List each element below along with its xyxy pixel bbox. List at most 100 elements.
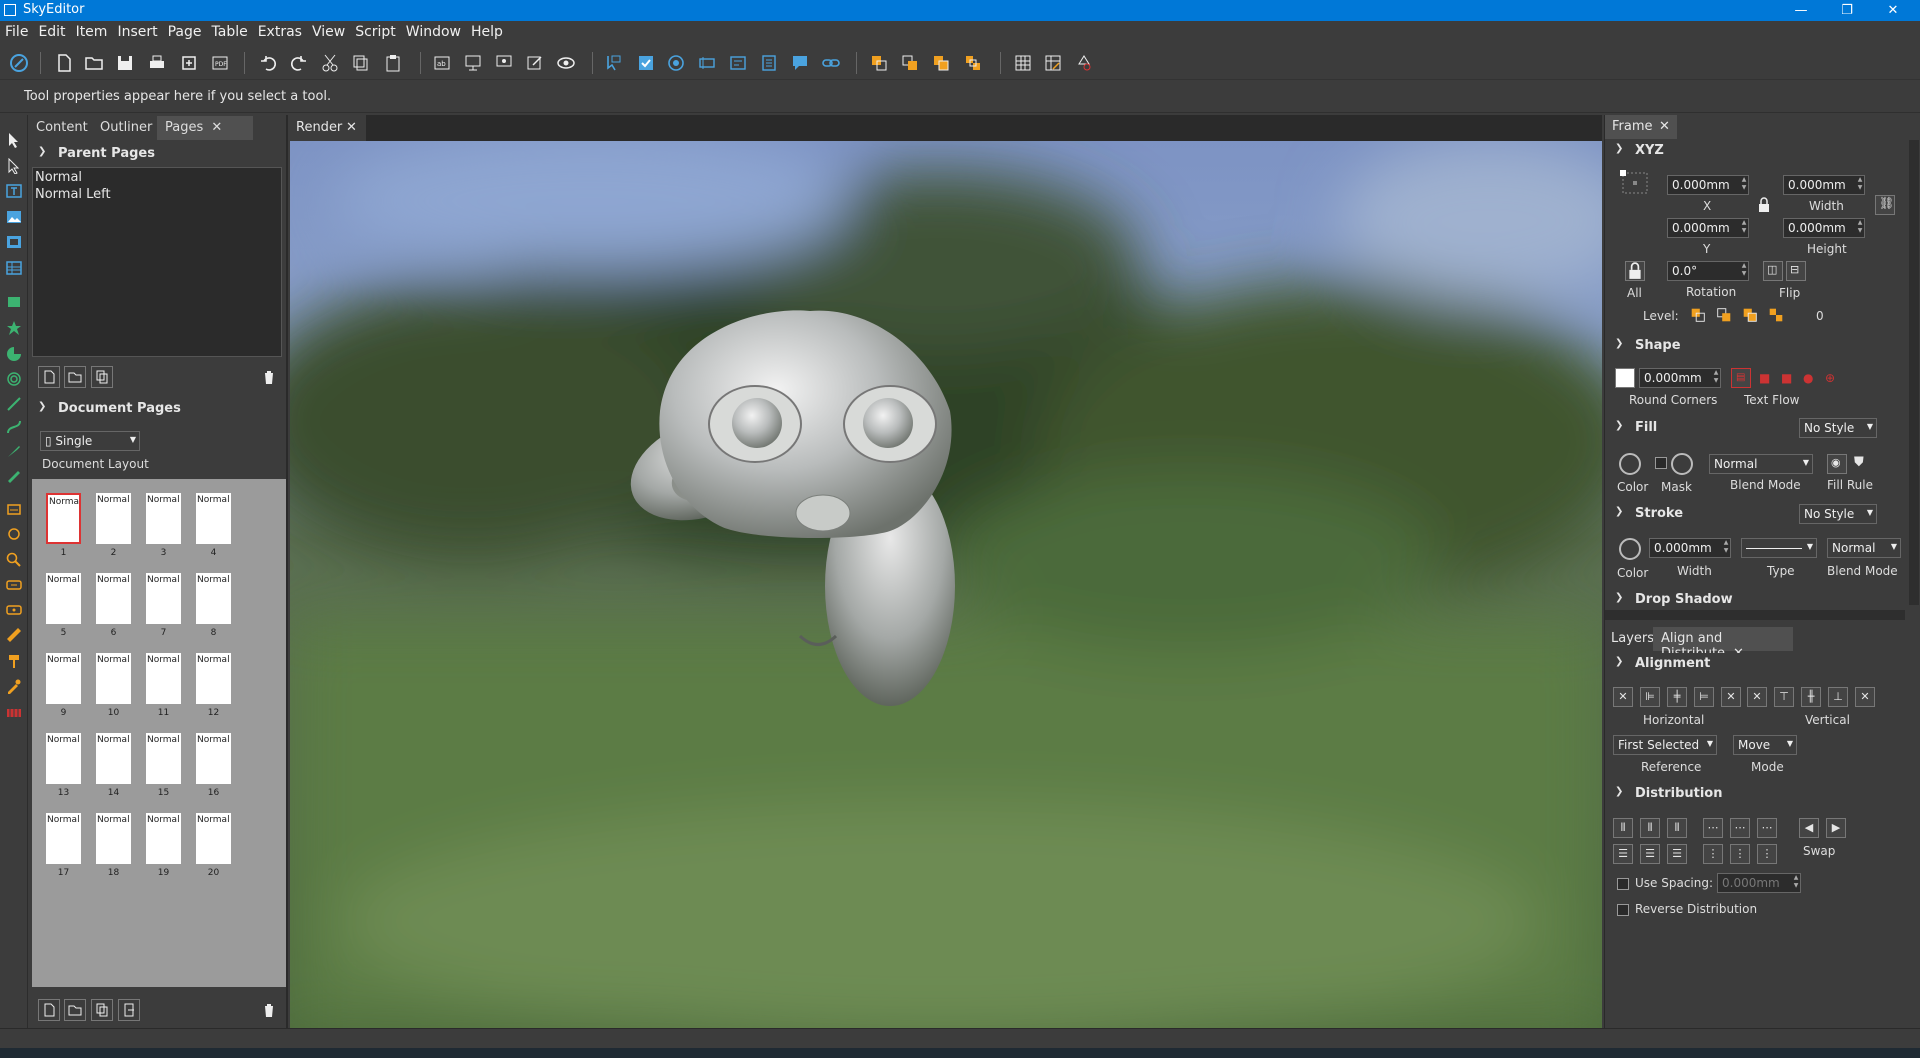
page-thumbnail[interactable]: Normal [46, 573, 81, 624]
spacing-input[interactable]: 0.000mm [1717, 873, 1801, 893]
trash-icon[interactable] [261, 369, 277, 385]
spiral-tool-icon[interactable] [6, 371, 22, 387]
lock-ratio-icon[interactable] [1757, 197, 1771, 213]
pdf-listbox-icon[interactable] [759, 53, 779, 73]
lock-all-button[interactable] [1625, 261, 1645, 281]
close-tab-icon[interactable]: ✕ [346, 120, 357, 135]
stepper-icon[interactable]: ▲ ▼ [1739, 219, 1749, 237]
link-frames-tool-icon[interactable] [6, 526, 22, 542]
raise-icon[interactable] [963, 53, 983, 73]
list-item[interactable]: Normal [33, 168, 281, 187]
print-icon[interactable] [147, 53, 167, 73]
edit-mode-icon[interactable] [525, 53, 545, 73]
arc-tool-icon[interactable] [6, 346, 22, 362]
page-thumbnail[interactable]: Normal [96, 573, 131, 624]
list-item[interactable]: Normal Left [33, 187, 281, 202]
text-frame-tool-icon[interactable] [6, 183, 22, 199]
shapes-icon[interactable] [1074, 53, 1094, 73]
distribute-row2-button-6[interactable]: ⋮ [1757, 844, 1777, 864]
import-parent-page-button[interactable] [64, 366, 86, 388]
distribute-row2-button-4[interactable]: ⋮ [1703, 844, 1723, 864]
align-left-button[interactable]: ⊫ [1640, 687, 1660, 707]
align-v-none-button[interactable]: ✕ [1747, 687, 1767, 707]
preflight-icon[interactable] [179, 53, 199, 73]
textflow-image-clip-icon[interactable]: ⊕ [1825, 371, 1835, 385]
link-annotation-icon[interactable] [821, 53, 841, 73]
table-tool-icon[interactable] [6, 260, 22, 276]
flip-vertical-button[interactable]: ⊟ [1786, 261, 1806, 281]
parent-pages-header[interactable]: ❯ Parent Pages [28, 143, 286, 165]
import-page-button[interactable] [64, 999, 86, 1021]
rectangle-tool-icon[interactable] [6, 294, 22, 310]
minimize-button[interactable]: — [1778, 0, 1824, 21]
page-thumbnail[interactable]: Normal [96, 813, 131, 864]
textflow-box-icon[interactable]: ■ [1781, 371, 1792, 385]
undo-icon[interactable] [258, 53, 278, 73]
fill-rule-evenodd-button[interactable]: ◉ [1827, 454, 1847, 474]
text-annotation-icon[interactable] [790, 53, 810, 73]
trash-icon[interactable] [261, 1002, 277, 1018]
y-position-input[interactable]: 0.000mm [1667, 218, 1749, 238]
presentation-icon[interactable] [463, 53, 483, 73]
menu-extras[interactable]: Extras [253, 21, 307, 40]
textflow-frame-icon[interactable]: ■ [1759, 371, 1770, 385]
align-h-extra-button[interactable]: ✕ [1721, 687, 1741, 707]
page-thumbnail[interactable]: Normal [146, 573, 181, 624]
page-thumbnail[interactable]: Normal [46, 653, 81, 704]
stroke-type-select[interactable]: ▼ [1741, 538, 1817, 558]
distribute-row2-button-5[interactable]: ⋮ [1730, 844, 1750, 864]
tab-render[interactable]: Render ✕ [290, 115, 366, 141]
tab-outliner[interactable]: Outliner [92, 116, 160, 140]
page-thumbnail[interactable]: Normal [146, 733, 181, 784]
move-page-button[interactable] [118, 999, 140, 1021]
page-thumbnail[interactable]: Normal [96, 653, 131, 704]
use-spacing-checkbox[interactable] [1617, 878, 1629, 890]
stepper-icon[interactable]: ▲ ▼ [1739, 262, 1749, 280]
edit-shape-button[interactable] [1615, 368, 1635, 388]
align-center-v-button[interactable]: ╫ [1801, 687, 1821, 707]
select-arrow-icon[interactable] [6, 132, 22, 148]
level-top-icon[interactable] [1741, 306, 1759, 324]
align-bottom-button[interactable]: ⊥ [1828, 687, 1848, 707]
line-tool-icon[interactable] [6, 396, 22, 412]
eyedropper-icon[interactable] [6, 678, 22, 694]
alignment-header[interactable]: ❯ Alignment [1605, 653, 1905, 675]
level-bottom-icon[interactable] [1767, 306, 1785, 324]
edit-table-icon[interactable] [1043, 53, 1063, 73]
app-logo-icon[interactable] [9, 53, 29, 73]
reference-select[interactable]: First Selected ▼ [1613, 735, 1717, 755]
align-top-button[interactable]: ⊤ [1774, 687, 1794, 707]
table-grid-icon[interactable] [1013, 53, 1033, 73]
parent-pages-list[interactable]: Normal Normal Left [32, 167, 282, 357]
stroke-style-select[interactable]: No Style ▼ [1799, 504, 1877, 524]
menu-table[interactable]: Table [207, 21, 253, 40]
menu-edit[interactable]: Edit [33, 21, 70, 40]
pdf-pushbutton-icon[interactable] [604, 53, 624, 73]
page-thumbnail[interactable]: Normal [46, 733, 81, 784]
document-pages-header[interactable]: ❯ Document Pages [28, 398, 286, 420]
menu-item[interactable]: Item [71, 21, 113, 40]
render-frame-tool-icon[interactable] [6, 234, 22, 250]
page-thumbnail[interactable]: Normal [46, 813, 81, 864]
swap-left-button[interactable]: ◀ [1799, 818, 1819, 838]
distribute-row1-button-3[interactable]: ⫴ [1667, 818, 1687, 838]
page-thumbnail[interactable]: Normal [46, 493, 81, 544]
page-thumbnail[interactable]: Normal [196, 653, 231, 704]
level-lower-icon[interactable] [1715, 306, 1733, 324]
rotate-tool-icon[interactable] [6, 501, 22, 517]
page-thumbnail[interactable]: Normal [146, 653, 181, 704]
distribute-row2-button-2[interactable]: ☰ [1640, 844, 1660, 864]
tab-layers[interactable]: Layers [1611, 631, 1654, 646]
properties-scrollbar[interactable] [1909, 140, 1919, 605]
align-h-none-button[interactable]: ✕ [1613, 687, 1633, 707]
mask-color-swatch[interactable] [1671, 453, 1693, 475]
new-parent-page-button[interactable] [38, 366, 60, 388]
reference-point-icon[interactable] [1619, 167, 1653, 201]
align-v-extra-button[interactable]: ✕ [1855, 687, 1875, 707]
stroke-width-input[interactable]: 0.000mm [1649, 538, 1731, 558]
properties-hscrollbar[interactable] [1605, 610, 1905, 620]
tab-align-distribute[interactable]: Align and Distribute✕ [1653, 627, 1793, 661]
menu-help[interactable]: Help [466, 21, 508, 40]
menu-script[interactable]: Script [350, 21, 401, 40]
zoom-tool-icon[interactable] [6, 552, 22, 568]
